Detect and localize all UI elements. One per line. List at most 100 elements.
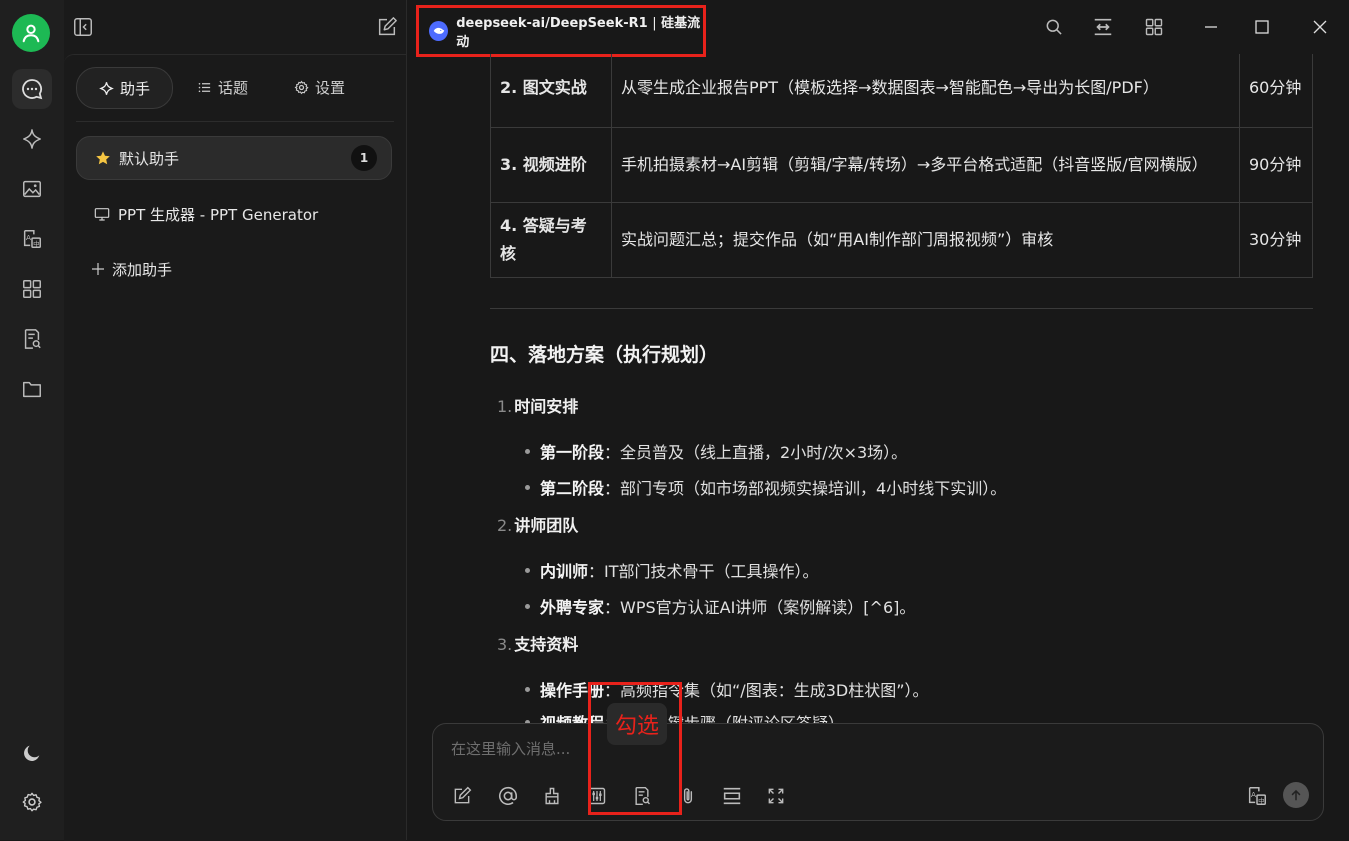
tooltip: 勾选: [607, 703, 667, 745]
bullet: [525, 687, 530, 692]
tab-label: 话题: [218, 78, 249, 97]
maximize-button[interactable]: [1247, 12, 1277, 42]
item-bold: 操作手册: [540, 681, 605, 700]
edit-icon: [454, 786, 472, 804]
close-button[interactable]: [1305, 12, 1335, 42]
send-icon: [1291, 789, 1301, 801]
web-search-icon: [635, 786, 651, 806]
new-topic-button[interactable]: [372, 12, 402, 42]
message-input-placeholder[interactable]: 在这里输入消息...: [451, 738, 570, 759]
expand-icon: [768, 788, 784, 804]
mention-model-button[interactable]: [494, 782, 522, 810]
attach-icon: [683, 788, 693, 804]
nav-knowledge[interactable]: [12, 319, 52, 359]
list-item: 操作手册：高频指令集（如“/图表：生成3D柱状图”）。: [525, 677, 929, 701]
item-text: ：全员普及（线上直播，2小时/次×3场）。: [604, 443, 908, 462]
tab-label: 设置: [315, 78, 346, 97]
tab-assistants[interactable]: 助手: [76, 67, 174, 109]
item-bold: 内训师: [540, 562, 589, 581]
icon-rail: A中: [0, 0, 65, 840]
search-button[interactable]: [1039, 12, 1069, 42]
expand-input-button[interactable]: [762, 782, 790, 810]
assistant-label: PPT 生成器 - PPT Generator: [118, 205, 319, 224]
theme-toggle[interactable]: [12, 733, 52, 773]
assistant-label: 默认助手: [119, 149, 180, 168]
toggle-sidebar-button[interactable]: [68, 12, 98, 42]
table-row: 4. 答疑与考核 实战问题汇总；提交作品（如“用AI制作部门周报视频”）审核 3…: [490, 202, 1313, 278]
narrow-mode-button[interactable]: [1088, 12, 1118, 42]
training-schedule-table: 2. 图文实战 从零生成企业报告PPT（模板选择→数据图表→智能配色→导出为长图…: [490, 54, 1313, 278]
translate-icon: A中: [23, 230, 41, 248]
table-cell-time: 60分钟: [1239, 54, 1313, 128]
minimize-icon: [1205, 26, 1217, 28]
maximize-icon: [1255, 20, 1269, 34]
settings-button[interactable]: [12, 782, 52, 822]
svg-text:中: 中: [1258, 796, 1264, 805]
svg-text:中: 中: [33, 239, 39, 248]
table-cell-desc: 实战问题汇总；提交作品（如“用AI制作部门周报视频”）审核: [611, 202, 1240, 278]
sidebar-panel: 助手 话题 设置 默认助手 1 PPT 生成器 - PPT Generator: [64, 54, 406, 841]
new-topic-tool-button[interactable]: [448, 782, 476, 810]
table-cell-stage: 4. 答疑与考核: [490, 202, 612, 278]
width-toggle-icon: [1094, 18, 1112, 36]
nav-apps[interactable]: [12, 269, 52, 309]
image-icon: [23, 180, 41, 198]
assistant-item-default[interactable]: 默认助手 1: [76, 136, 392, 180]
nav-agents[interactable]: [12, 119, 52, 159]
list-item: 3. 支持资料: [497, 631, 578, 655]
nav-chat[interactable]: [12, 69, 52, 109]
table-cell-time: 30分钟: [1239, 202, 1313, 278]
list-item: 第一阶段：全员普及（线上直播，2小时/次×3场）。: [525, 439, 907, 463]
folder-icon: [23, 381, 41, 398]
list-item: 1. 时间安排: [497, 393, 578, 417]
attach-file-button[interactable]: [674, 782, 702, 810]
list-item: 2. 讲师团队: [497, 512, 578, 536]
translate-icon: A中: [1248, 787, 1266, 805]
list-title: 讲师团队: [514, 516, 579, 535]
assistant-item-ppt-generator[interactable]: PPT 生成器 - PPT Generator: [76, 192, 392, 236]
send-button[interactable]: [1283, 782, 1309, 808]
minimize-button[interactable]: [1196, 12, 1226, 42]
apps-grid-icon: [23, 280, 41, 298]
translate-input-button[interactable]: A中: [1243, 782, 1271, 810]
list-item: 视频教程：分解关键步骤（附评论区答疑）。: [525, 710, 852, 724]
table-cell-time: 90分钟: [1239, 127, 1313, 203]
list-icon: [198, 82, 211, 92]
add-assistant-button[interactable]: 添加助手: [76, 247, 392, 291]
section-heading: 四、落地方案（执行规划）: [490, 344, 719, 366]
nav-translate[interactable]: A中: [12, 219, 52, 259]
tooltip-text: 勾选: [614, 714, 659, 739]
insert-divider-button[interactable]: [718, 782, 746, 810]
sidebar-collapse-icon: [74, 18, 92, 36]
gear-icon: [22, 792, 42, 812]
list-number: 2.: [497, 516, 513, 535]
list-title: 支持资料: [514, 635, 579, 654]
item-bold: 第一阶段: [540, 443, 605, 462]
item-text: ：部门专项（如市场部视频实操培训，4小时线下实训）。: [604, 479, 1007, 498]
deepseek-whale-icon: [429, 21, 449, 41]
sliders-icon: [588, 787, 606, 805]
nav-files[interactable]: [12, 369, 52, 409]
topic-count-badge: 1: [351, 145, 377, 171]
clean-icon: [545, 787, 559, 805]
svg-text:A: A: [1251, 790, 1256, 799]
mini-apps-button[interactable]: [1139, 12, 1169, 42]
list-number: 3.: [497, 635, 513, 654]
clear-context-button[interactable]: [538, 782, 566, 810]
list-item: 外聘专家：WPS官方认证AI讲师（案例解读）[^6]。: [525, 594, 915, 618]
settings-tool-button[interactable]: [583, 782, 611, 810]
nav-paintings[interactable]: [12, 169, 52, 209]
table-cell-stage: 3. 视频进阶: [490, 127, 612, 203]
tab-topics[interactable]: 话题: [175, 67, 270, 107]
tab-settings[interactable]: 设置: [272, 67, 367, 107]
model-selector[interactable]: deepseek-ai/DeepSeek-R1 | 硅基流动: [416, 5, 706, 57]
web-search-tool-button[interactable]: [628, 782, 656, 810]
list-title: 时间安排: [514, 397, 579, 416]
user-avatar[interactable]: [12, 14, 50, 52]
tab-label: 助手: [120, 79, 151, 98]
plus-icon: [90, 261, 106, 277]
sparkle-icon: [99, 81, 114, 95]
item-bold: 第二阶段: [540, 479, 605, 498]
message-input-box[interactable]: 在这里输入消息... A中: [432, 723, 1324, 821]
bullet: [525, 604, 530, 609]
